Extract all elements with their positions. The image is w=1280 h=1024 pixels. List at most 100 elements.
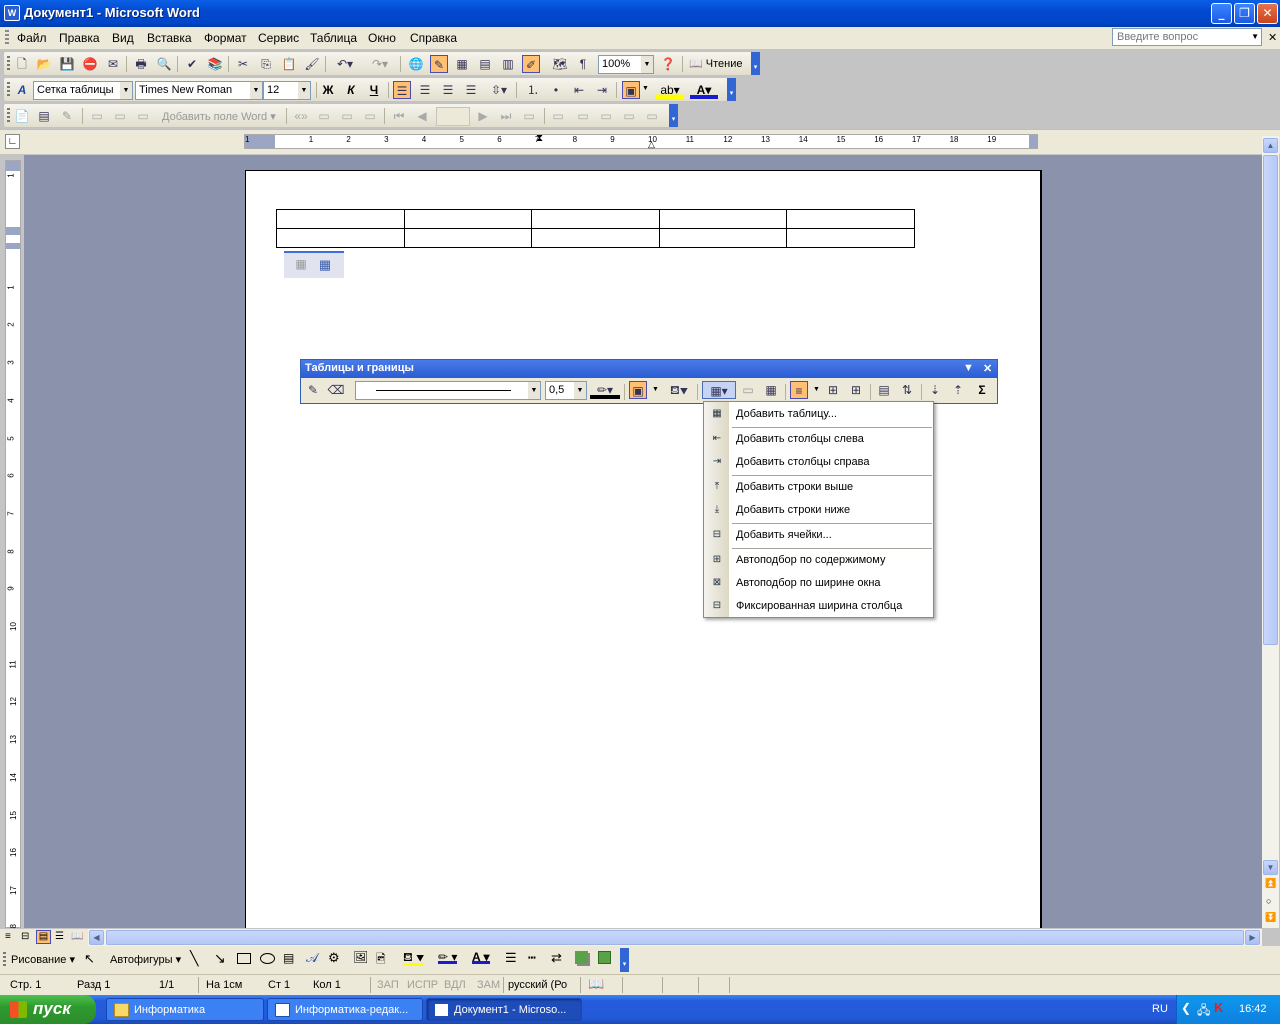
research-icon[interactable]: 📚 (206, 55, 224, 73)
toolbar-options-icon[interactable]: ▾ (669, 104, 678, 127)
horizontal-ruler[interactable]: 1 1 2 3 4 5 6 7 8 9 10 11 12 13 14 15 16 17 18 19 ⧗ △ (244, 133, 1038, 149)
browse-object-icon[interactable]: ○ (1266, 896, 1271, 906)
autoshapes-button[interactable]: Автофигуры ▾ (110, 953, 181, 966)
increase-indent-icon[interactable]: ⇥ (593, 81, 611, 99)
toolbar-grip[interactable] (3, 952, 6, 968)
insert-table-icon[interactable]: ▦ (453, 55, 471, 73)
close-button[interactable]: ✕ (1257, 3, 1278, 24)
normal-view-icon[interactable]: ≡ (5, 931, 11, 942)
table-cell[interactable] (276, 209, 405, 229)
add-word-field-button[interactable]: Добавить поле Word ▾ (162, 110, 276, 123)
diagram-icon[interactable]: ⚙ (328, 950, 340, 966)
previous-record-icon[interactable]: ◀ (413, 107, 431, 125)
spelling-icon[interactable]: ✔ (183, 55, 201, 73)
chevron-down-icon[interactable]: ▼ (528, 382, 540, 399)
scroll-left-icon[interactable]: ◀ (89, 930, 104, 945)
sort-descending-icon[interactable]: ⇡ (949, 381, 967, 399)
font-size-select[interactable]: 12 ▼ (263, 81, 311, 100)
autosum-icon[interactable]: Σ (973, 381, 991, 399)
font-color-icon[interactable]: A ▾ (472, 950, 490, 964)
drawing-icon[interactable]: ✐ (522, 55, 540, 73)
chevron-down-icon[interactable]: ▼ (250, 82, 262, 99)
vertical-scroll-thumb[interactable] (1263, 155, 1278, 645)
drawing-menu-button[interactable]: Рисование ▾ (11, 953, 75, 966)
undo-icon[interactable]: ↶▾ (331, 55, 359, 73)
line-icon[interactable]: ╲ (190, 950, 198, 967)
align-right-icon[interactable]: ☰ (439, 81, 457, 99)
shadow-style-icon[interactable] (575, 951, 588, 964)
language-indicator[interactable]: RU (1152, 1003, 1168, 1015)
picture-icon[interactable]: 🖻 (376, 950, 386, 971)
word-icon[interactable]: W (4, 5, 20, 21)
table-cell[interactable] (403, 228, 533, 248)
toolbar-options-icon[interactable]: ▾ (620, 948, 629, 972)
toolbar-grip[interactable] (7, 56, 10, 72)
chevron-down-icon[interactable]: ▼ (963, 362, 974, 374)
textbox-icon[interactable]: ▤ (283, 951, 294, 965)
minimize-button[interactable]: _ (1211, 3, 1232, 24)
open-data-source-icon[interactable]: ▤ (35, 107, 53, 125)
print-icon[interactable]: 🖶 (132, 55, 150, 73)
new-icon[interactable]: 🗋 (13, 55, 31, 73)
menu-format[interactable]: Формат (204, 31, 247, 45)
horizontal-scroll-thumb[interactable] (106, 930, 1244, 945)
line-color-icon[interactable]: ✏ ▾ (438, 950, 458, 964)
menu-item-insert-table[interactable]: ▦ Добавить таблицу... (704, 403, 933, 426)
status-overtype[interactable]: ЗАМ (477, 979, 500, 991)
menu-view[interactable]: Вид (112, 31, 134, 45)
chevron-down-icon[interactable]: ▼ (574, 382, 586, 399)
insert-table-dropdown[interactable]: ▦▾ (702, 381, 736, 399)
hyperlink-icon[interactable]: 🌐 (407, 55, 425, 73)
antivirus-icon[interactable]: K (1214, 1000, 1223, 1015)
start-button[interactable]: пуск (0, 995, 96, 1024)
status-extend[interactable]: ВДЛ (444, 979, 466, 991)
scroll-down-icon[interactable]: ▼ (1263, 860, 1278, 875)
italic-button[interactable]: К (342, 81, 360, 99)
web-view-icon[interactable]: ⊟ (21, 931, 29, 942)
menu-item-columns-right[interactable]: ⇥ Добавить столбцы справа (704, 451, 933, 474)
bullets-icon[interactable]: • (547, 81, 565, 99)
toolbar-grip[interactable] (7, 82, 10, 98)
permission-icon[interactable]: ⛔ (81, 55, 99, 73)
last-record-icon[interactable]: ⏭ (497, 107, 515, 125)
paste-icon[interactable]: 📋 (280, 55, 298, 73)
chevron-down-icon[interactable]: ▼ (813, 386, 820, 393)
save-icon[interactable]: 💾 (58, 55, 76, 73)
chevron-down-icon[interactable]: ▼ (298, 82, 310, 99)
menu-item-autofit-window[interactable]: ⊠ Автоподбор по ширине окна (704, 572, 933, 595)
network-icon[interactable]: 🖧 (1197, 1001, 1210, 1022)
oval-icon[interactable] (260, 953, 275, 964)
vertical-ruler[interactable]: 1123456789101112131415161718 (5, 160, 21, 933)
merge-to-document-icon[interactable]: ▭ (574, 107, 592, 125)
status-track-changes[interactable]: ИСПР (407, 979, 438, 991)
document-map-icon[interactable]: 🗺 (551, 55, 569, 73)
chevron-down-icon[interactable]: ▼ (120, 82, 132, 99)
match-fields-icon[interactable]: ▭ (338, 107, 356, 125)
arrow-style-icon[interactable]: ⇄ (551, 950, 562, 966)
table-cell[interactable] (786, 209, 915, 229)
close-doc-icon[interactable]: ✕ (1268, 31, 1277, 44)
tables-borders-icon[interactable]: ✎ (430, 55, 448, 73)
maximize-button[interactable]: ❐ (1234, 3, 1255, 24)
fill-color-icon[interactable]: ⛾ ▾ (403, 950, 425, 966)
border-color-icon[interactable]: ✏▾ (590, 381, 620, 399)
open-icon[interactable]: 📂 (35, 55, 53, 73)
styles-pane-icon[interactable]: A (13, 81, 31, 99)
status-record[interactable]: ЗАП (377, 979, 399, 991)
indent-marker[interactable]: ⧗ (536, 133, 543, 144)
draw-table-icon[interactable]: ✎ (304, 381, 322, 399)
zoom-select[interactable]: 100% ▼ (598, 55, 654, 74)
menu-item-rows-above[interactable]: ⤒ Добавить строки выше (704, 476, 933, 499)
next-page-icon[interactable]: ⏬ (1265, 912, 1276, 923)
scroll-up-icon[interactable]: ▲ (1263, 138, 1278, 153)
arrow-icon[interactable]: ↘ (214, 950, 226, 967)
clipart-icon[interactable]: 🖼 (353, 950, 368, 964)
bold-button[interactable]: Ж (319, 81, 337, 99)
show-hide-icon[interactable]: ¶ (574, 55, 592, 73)
table-cell[interactable] (403, 209, 533, 229)
close-icon[interactable]: ✕ (983, 362, 992, 375)
main-document-icon[interactable]: 📄 (13, 107, 31, 125)
redo-icon[interactable]: ↷▾ (366, 55, 394, 73)
previous-page-icon[interactable]: ⏫ (1265, 878, 1276, 889)
table-autoformat-icon[interactable]: ▤ (875, 381, 893, 399)
